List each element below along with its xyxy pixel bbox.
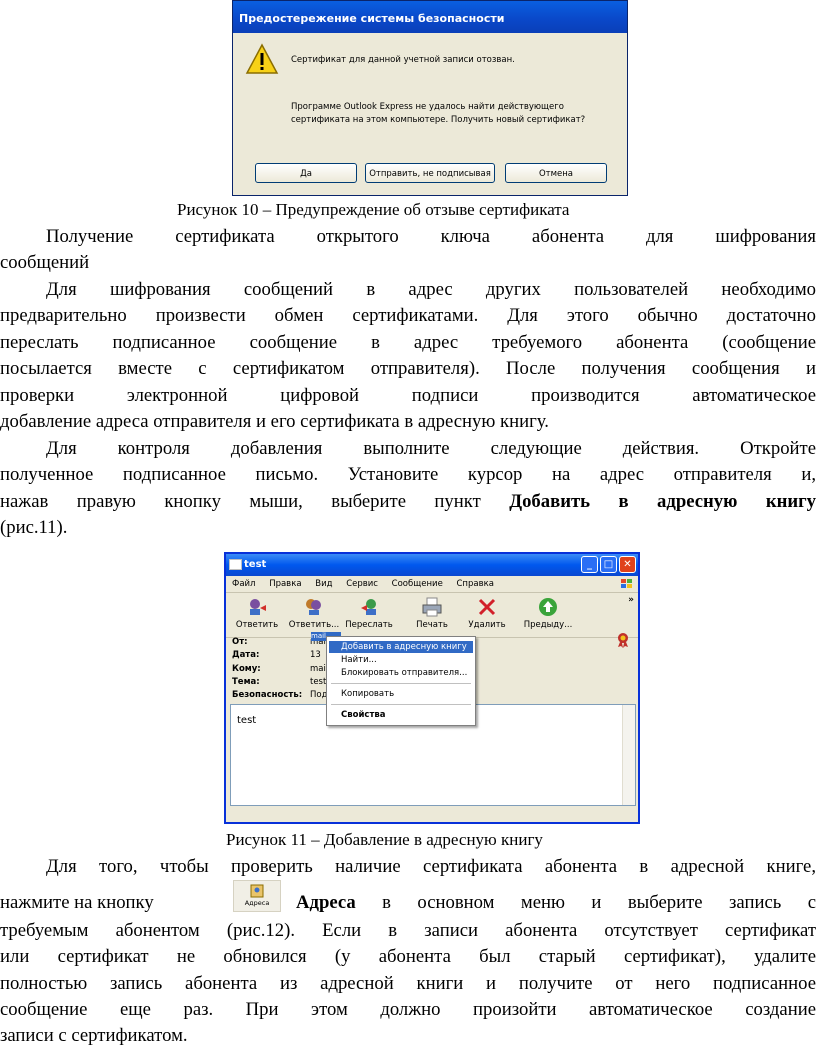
print-button[interactable]: Печать [412, 596, 452, 630]
dialog-detail: Программе Outlook Express не удалось най… [291, 102, 586, 125]
window-title: test [244, 559, 267, 570]
para3-line: записи с сертификатом. [0, 1025, 188, 1046]
printer-icon [422, 597, 442, 617]
menu-separator [331, 704, 471, 705]
para3-line: требуемым абонентом (рис.12). Если в зап… [0, 920, 816, 941]
yes-button[interactable]: Да [255, 163, 357, 183]
delete-button[interactable]: Удалить [464, 596, 510, 630]
add-to-addressbook-term: Добавить в адресную книгу [509, 491, 816, 512]
para1-line: проверки электронной цифровой подписи пр… [0, 385, 816, 406]
para3-line2-rest: Адреса в основном меню и выберите запись… [296, 892, 816, 913]
para1-line: добавление адреса отправителя и его серт… [0, 411, 549, 432]
security-warning-dialog: Предостережение системы безопасности Сер… [232, 0, 628, 196]
delete-x-icon [478, 598, 496, 616]
para1-line: переслать подписанное сообщение в адрес … [0, 332, 816, 353]
reply-all-button[interactable]: Ответить... [286, 596, 342, 630]
figure10-caption: Рисунок 10 – Предупреждение об отзыве се… [177, 200, 570, 219]
menu-item-copy[interactable]: Копировать [329, 688, 473, 700]
up-arrow-icon [539, 598, 557, 616]
figure11-caption: Рисунок 11 – Добавление в адресную книгу [226, 830, 543, 849]
previous-button[interactable]: Предыду... [522, 596, 574, 630]
address-book-button[interactable]: Адреса [233, 880, 281, 912]
menu-file[interactable]: Файл [232, 579, 255, 589]
menu-item-find[interactable]: Найти... [329, 654, 473, 666]
para2-line: (рис.11). [0, 517, 68, 538]
para1-line: Для шифрования сообщений в адрес других … [46, 279, 816, 300]
minimize-button[interactable]: _ [581, 556, 598, 573]
dialog-title: Предостережение системы безопасности [233, 1, 627, 33]
forward-icon [361, 599, 376, 615]
para3-text: нажмите на кнопку [0, 892, 154, 913]
menu-message[interactable]: Сообщение [392, 579, 443, 589]
dialog-message: Сертификат для данной учетной записи ото… [291, 55, 515, 65]
warning-icon [245, 43, 279, 74]
para3-line: или сертификат не обновился (у абонента … [0, 946, 816, 967]
section-heading-line2: сообщений [0, 252, 90, 273]
reply-icon [250, 599, 266, 615]
close-button[interactable]: ✕ [619, 556, 636, 573]
para2-line: полученное подписанное письмо. Установит… [0, 464, 816, 485]
para1-line: посылается вместе с сертификатом отправи… [0, 358, 816, 379]
envelope-icon [229, 559, 242, 570]
para3-line: Для того, чтобы проверить наличие сертиф… [46, 856, 816, 877]
certificate-ribbon-icon[interactable] [616, 632, 630, 648]
menu-edit[interactable]: Правка [269, 579, 301, 589]
vertical-scrollbar[interactable] [622, 705, 635, 805]
para2-text: нажав правую кнопку мыши, выберите пункт [0, 491, 510, 512]
para2-line3: нажав правую кнопку мыши, выберите пункт… [0, 491, 816, 513]
menu-help[interactable]: Справка [457, 579, 494, 589]
menu-tools[interactable]: Сервис [346, 579, 378, 589]
section-heading-line1: Получение сертификата открытого ключа аб… [46, 226, 816, 247]
menu-item-add-to-address-book[interactable]: Добавить в адресную книгу [329, 641, 473, 653]
cancel-button[interactable]: Отмена [505, 163, 607, 183]
menu-item-block-sender[interactable]: Блокировать отправителя... [329, 667, 473, 679]
toolbar-overflow-chevron-icon[interactable]: » [628, 595, 634, 605]
menu-bar: Файл Правка Вид Сервис Сообщение Справка [226, 576, 638, 593]
window-titlebar: test _ □ ✕ [226, 554, 638, 576]
reply-button[interactable]: Ответить [232, 596, 282, 630]
address-book-icon [250, 884, 264, 898]
reply-all-icon [306, 599, 321, 615]
windows-flag-icon [621, 579, 632, 588]
toolbar: Ответить Ответить... Переслать Печать Уд… [226, 593, 638, 638]
para2-line: Для контроля добавления выполните следую… [46, 438, 816, 459]
menu-item-properties[interactable]: Свойства [329, 709, 473, 721]
forward-button[interactable]: Переслать [344, 596, 394, 630]
maximize-button[interactable]: □ [600, 556, 617, 573]
menu-view[interactable]: Вид [315, 579, 332, 589]
para3-line: сообщение еще раз. При этом должно произ… [0, 999, 816, 1020]
context-menu: Добавить в адресную книгу Найти... Блоки… [326, 636, 476, 726]
menu-separator [331, 683, 471, 684]
para3-line: полностью запись абонента из адресной кн… [0, 973, 816, 994]
send-unsigned-button[interactable]: Отправить, не подписывая [365, 163, 495, 183]
message-headers: От: mail Дата: 13 Кому: mail Тема: test Безо… [232, 637, 329, 701]
address-term: Адреса [296, 892, 356, 913]
para1-line: предварительно произвести обмен сертифик… [0, 305, 816, 326]
